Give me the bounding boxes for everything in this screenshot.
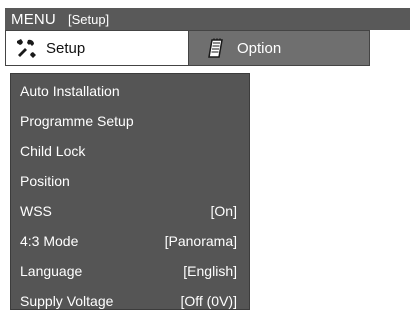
- menu-item-value: [English]: [183, 263, 237, 279]
- wrench-icon: [14, 37, 38, 59]
- menu-item-supply-voltage[interactable]: Supply Voltage [Off (0V)]: [11, 286, 249, 310]
- menu-title: MENU: [11, 10, 56, 28]
- menu-item-position[interactable]: Position: [11, 166, 249, 196]
- setup-menu-list: Auto Installation Programme Setup Child …: [10, 73, 250, 310]
- menu-item-label: WSS: [20, 203, 52, 219]
- menu-item-label: Programme Setup: [20, 113, 134, 129]
- menu-item-wss[interactable]: WSS [On]: [11, 196, 249, 226]
- notepad-icon: [205, 37, 229, 59]
- tab-setup-label: Setup: [46, 39, 86, 57]
- tab-option[interactable]: Option: [189, 30, 370, 66]
- menu-item-label: Child Lock: [20, 143, 86, 159]
- menu-item-label: 4:3 Mode: [20, 233, 79, 249]
- menu-title-bar: MENU [Setup]: [5, 8, 410, 30]
- menu-item-value: [On]: [210, 203, 237, 219]
- menu-item-language[interactable]: Language [English]: [11, 256, 249, 286]
- menu-item-value: [Off (0V)]: [180, 293, 237, 309]
- menu-item-child-lock[interactable]: Child Lock: [11, 136, 249, 166]
- menu-item-4-3-mode[interactable]: 4:3 Mode [Panorama]: [11, 226, 249, 256]
- tab-option-label: Option: [237, 39, 282, 57]
- menu-item-label: Auto Installation: [20, 83, 120, 99]
- tv-menu-screen: MENU [Setup] Setup Option Auto Installat…: [0, 0, 418, 310]
- menu-item-value: [Panorama]: [164, 233, 237, 249]
- menu-tabs: Setup Option: [5, 30, 370, 66]
- tab-setup[interactable]: Setup: [5, 30, 189, 66]
- menu-section: [Setup]: [67, 11, 110, 27]
- menu-item-label: Language: [20, 263, 83, 279]
- menu-item-label: Position: [20, 173, 70, 189]
- menu-item-programme-setup[interactable]: Programme Setup: [11, 106, 249, 136]
- menu-item-label: Supply Voltage: [20, 293, 114, 309]
- menu-item-auto-installation[interactable]: Auto Installation: [11, 76, 249, 106]
